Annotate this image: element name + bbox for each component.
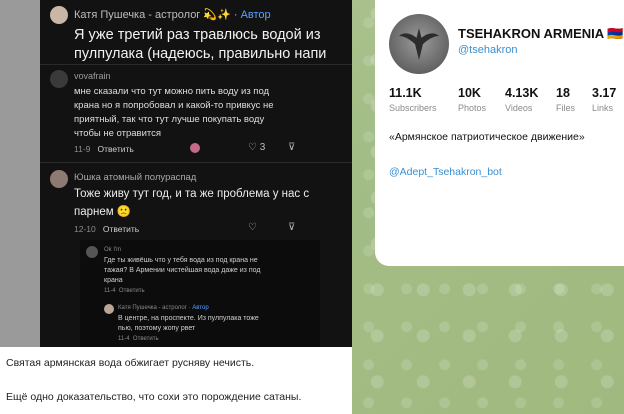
bot-link[interactable]: @Adept_Tsehakron_bot	[389, 166, 502, 178]
stat-photos[interactable]: 10K Photos	[458, 86, 486, 113]
stat-value: 18	[556, 86, 570, 100]
reaction-avatar-icon	[190, 143, 200, 153]
channel-info-card: TSEHAKRON ARMENIA 🇦🇲 @tsehakron 11.1K Su…	[375, 0, 624, 266]
emoji-text: 💫✨	[203, 9, 231, 21]
stat-links[interactable]: 3.17 Links	[592, 86, 616, 113]
comment-time: 11-4	[118, 336, 130, 342]
photo-margin	[0, 0, 40, 347]
comment-username: Катя Пушечка - астролог	[74, 9, 201, 21]
stat-value: 11.1K	[389, 86, 422, 100]
comment-time: 11-9	[74, 144, 91, 154]
comment-text-line: приятный, так что тут лучше покупать вод…	[74, 114, 265, 125]
avatar	[104, 304, 114, 314]
comment-text-line: парнем 🙁	[74, 206, 132, 218]
reply-thread: Ok I'm Где ты живёшь что у тебя вода из …	[80, 240, 320, 347]
channel-avatar[interactable]	[389, 14, 449, 74]
avatar	[50, 170, 68, 188]
channel-handle[interactable]: @tsehakron	[458, 44, 517, 56]
avatar	[50, 6, 68, 24]
author-badge: Автор	[240, 9, 271, 21]
post-caption-line: Святая армянская вода обжигает русняву н…	[6, 357, 255, 369]
comment-text-line: Тоже живу тут год, и та же проблема у на…	[74, 188, 310, 200]
dislike-icon[interactable]: ⊽	[288, 142, 295, 153]
comment-text-line: В центре, на проспекте. Из пулпулака тож…	[118, 315, 259, 322]
avatar	[86, 246, 98, 258]
winged-emblem-icon	[399, 28, 439, 60]
stat-label: Subscribers	[389, 103, 437, 113]
avatar	[50, 70, 68, 88]
armenia-flag-icon: 🇦🇲	[607, 26, 624, 41]
stat-label: Links	[592, 103, 614, 113]
stat-label: Videos	[505, 103, 533, 113]
comment-text-line: пью, поэтому жопу рвет	[118, 325, 196, 332]
comment-text-line: крана но я попробовал и какой-то привкус…	[74, 100, 274, 111]
comment-username: Юшка атомный полураспад	[74, 172, 197, 183]
comment-username: Ok I'm	[104, 247, 122, 253]
reply-button[interactable]: Ответить	[103, 224, 139, 234]
comment-text-line: Я уже третий раз травлюсь водой из	[74, 27, 321, 43]
author-badge: Автор	[192, 305, 209, 311]
reply-button[interactable]: Ответить	[133, 336, 159, 342]
stat-label: Photos	[458, 103, 487, 113]
like-count: 3	[259, 142, 266, 153]
comment-text-line: крана	[104, 277, 123, 284]
comment-text-line: тажая? В Армении чистейшая вода даже из …	[104, 267, 261, 274]
channel-description: «Армянское патриотическое движение»	[389, 131, 585, 143]
comment-time: 12-10	[74, 224, 96, 234]
message-bubble: Катя Пушечка - астролог 💫✨ · Автор Я уже…	[0, 0, 352, 414]
comment-text-line: пулпулака (надеюсь, правильно напи	[74, 46, 327, 62]
post-caption-line: Ещё одно доказательство, что сохи это по…	[6, 391, 302, 403]
comment-3: Юшка атомный полураспад Тоже живу тут го…	[40, 164, 352, 240]
stat-files[interactable]: 18 Files	[556, 86, 575, 113]
comment-time: 11-4	[104, 288, 116, 294]
divider	[40, 162, 352, 163]
stat-value: 4.13K	[505, 86, 539, 100]
comment-text-line: чтобы не отравится	[74, 128, 162, 139]
screenshot-photo[interactable]: Катя Пушечка - астролог 💫✨ · Автор Я уже…	[40, 0, 352, 347]
comment-2: vovafrain мне сказали что тут можно пить…	[40, 66, 352, 162]
channel-title: TSEHAKRON ARMENIA 🇦🇲	[458, 26, 623, 42]
stat-label: Files	[556, 103, 576, 113]
channel-name: TSEHAKRON ARMENIA	[458, 26, 604, 41]
dislike-icon[interactable]: ⊽	[288, 222, 295, 233]
comment-1: Катя Пушечка - астролог 💫✨ · Автор Я уже…	[40, 0, 352, 66]
reply-button[interactable]: Ответить	[97, 144, 133, 154]
divider	[40, 64, 352, 65]
comment-username: Катя Пушечка - астролог	[118, 305, 187, 311]
comment-text-line: Где ты живёшь что у тебя вода из под кра…	[104, 257, 258, 264]
heart-icon[interactable]: ♡	[248, 222, 257, 233]
like-button[interactable]: ♡ 3	[248, 142, 265, 153]
heart-icon: ♡	[248, 142, 257, 153]
stat-value: 3.17	[592, 86, 617, 100]
stat-value: 10K	[458, 86, 481, 100]
stat-videos[interactable]: 4.13K Videos	[505, 86, 538, 113]
comment-username: vovafrain	[74, 71, 111, 81]
stat-subscribers[interactable]: 11.1K Subscribers	[389, 86, 437, 113]
reply-button[interactable]: Ответить	[119, 288, 145, 294]
comment-text-line: мне сказали что тут можно пить воду из п…	[74, 86, 270, 97]
